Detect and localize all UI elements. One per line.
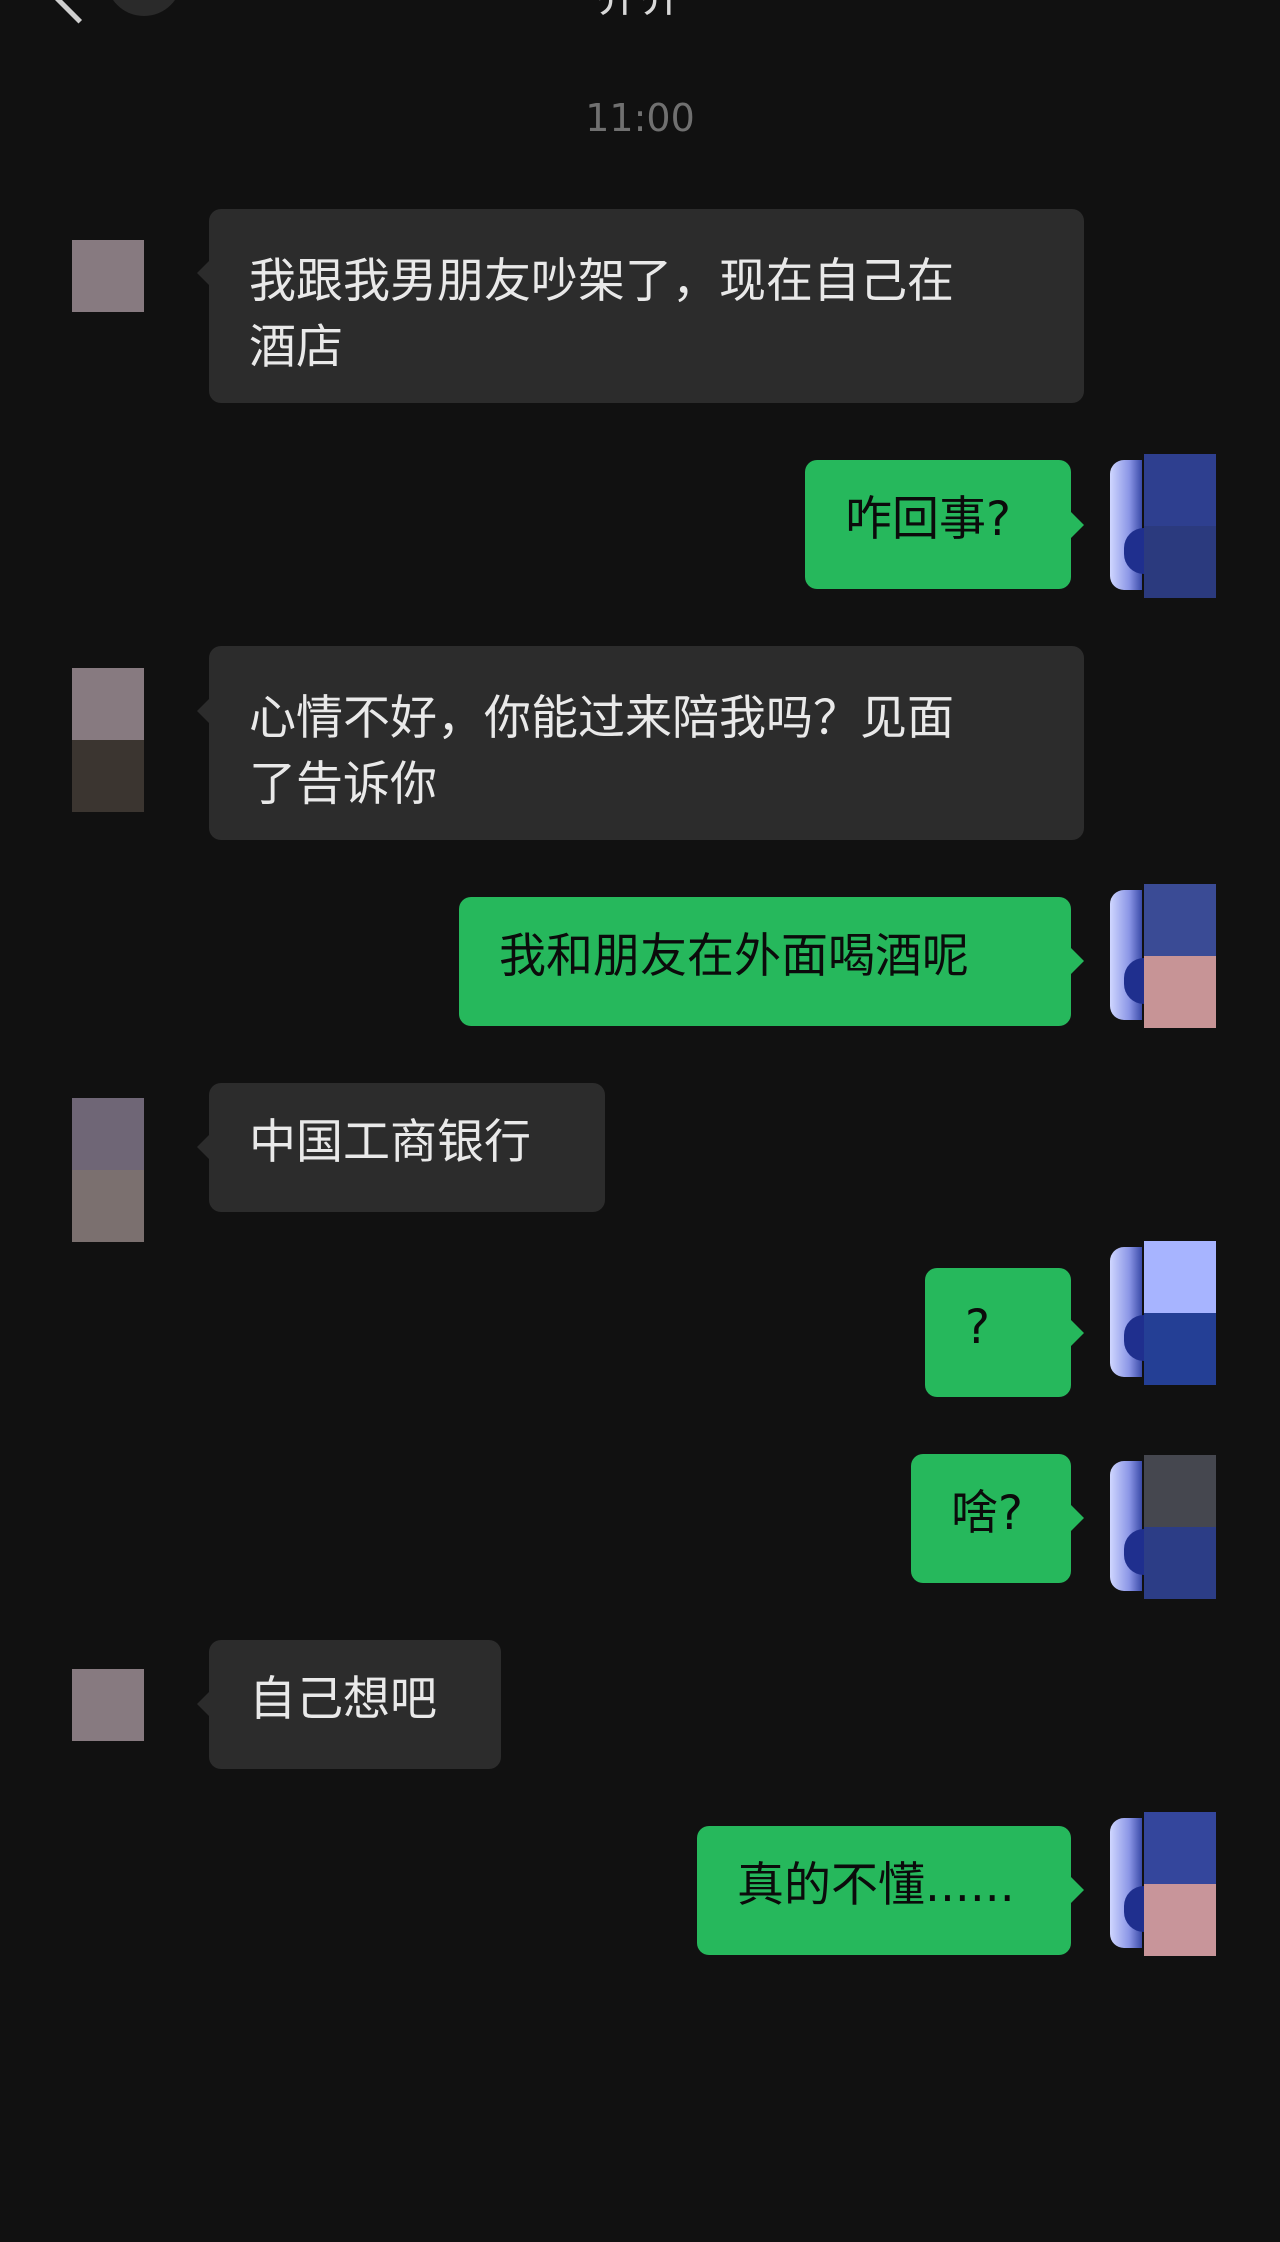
message-bubble-incoming[interactable]: 自己想吧 — [209, 1640, 501, 1769]
contact-avatar[interactable] — [72, 1098, 144, 1242]
user-avatar[interactable] — [1110, 1455, 1216, 1599]
header-avatar[interactable] — [106, 0, 182, 16]
message-bubble-incoming[interactable]: 中国工商银行 — [209, 1083, 605, 1212]
message-bubble-outgoing[interactable]: 咋回事? — [805, 460, 1071, 589]
chat-title: 乔乔 — [540, 0, 740, 24]
message-bubble-outgoing[interactable]: 我和朋友在外面喝酒呢 — [459, 897, 1071, 1026]
user-avatar[interactable] — [1110, 1812, 1216, 1956]
chat-header: 乔乔 — [0, 0, 1280, 40]
contact-avatar[interactable] — [72, 668, 144, 812]
message-bubble-outgoing[interactable]: 真的不懂...... — [697, 1826, 1071, 1955]
message-bubble-outgoing[interactable]: 啥? — [911, 1454, 1071, 1583]
contact-avatar[interactable] — [72, 240, 144, 312]
user-avatar[interactable] — [1110, 1241, 1216, 1385]
message-bubble-incoming[interactable]: 我跟我男朋友吵架了，现在自己在 酒店 — [209, 209, 1084, 403]
user-avatar[interactable] — [1110, 884, 1216, 1028]
message-timestamp: 11:00 — [585, 96, 695, 140]
message-bubble-incoming[interactable]: 心情不好，你能过来陪我吗？见面 了告诉你 — [209, 646, 1084, 840]
user-avatar[interactable] — [1110, 454, 1216, 598]
contact-avatar[interactable] — [72, 1669, 144, 1741]
chevron-left-icon[interactable] — [49, 0, 108, 24]
message-bubble-outgoing[interactable]: ? — [925, 1268, 1071, 1397]
